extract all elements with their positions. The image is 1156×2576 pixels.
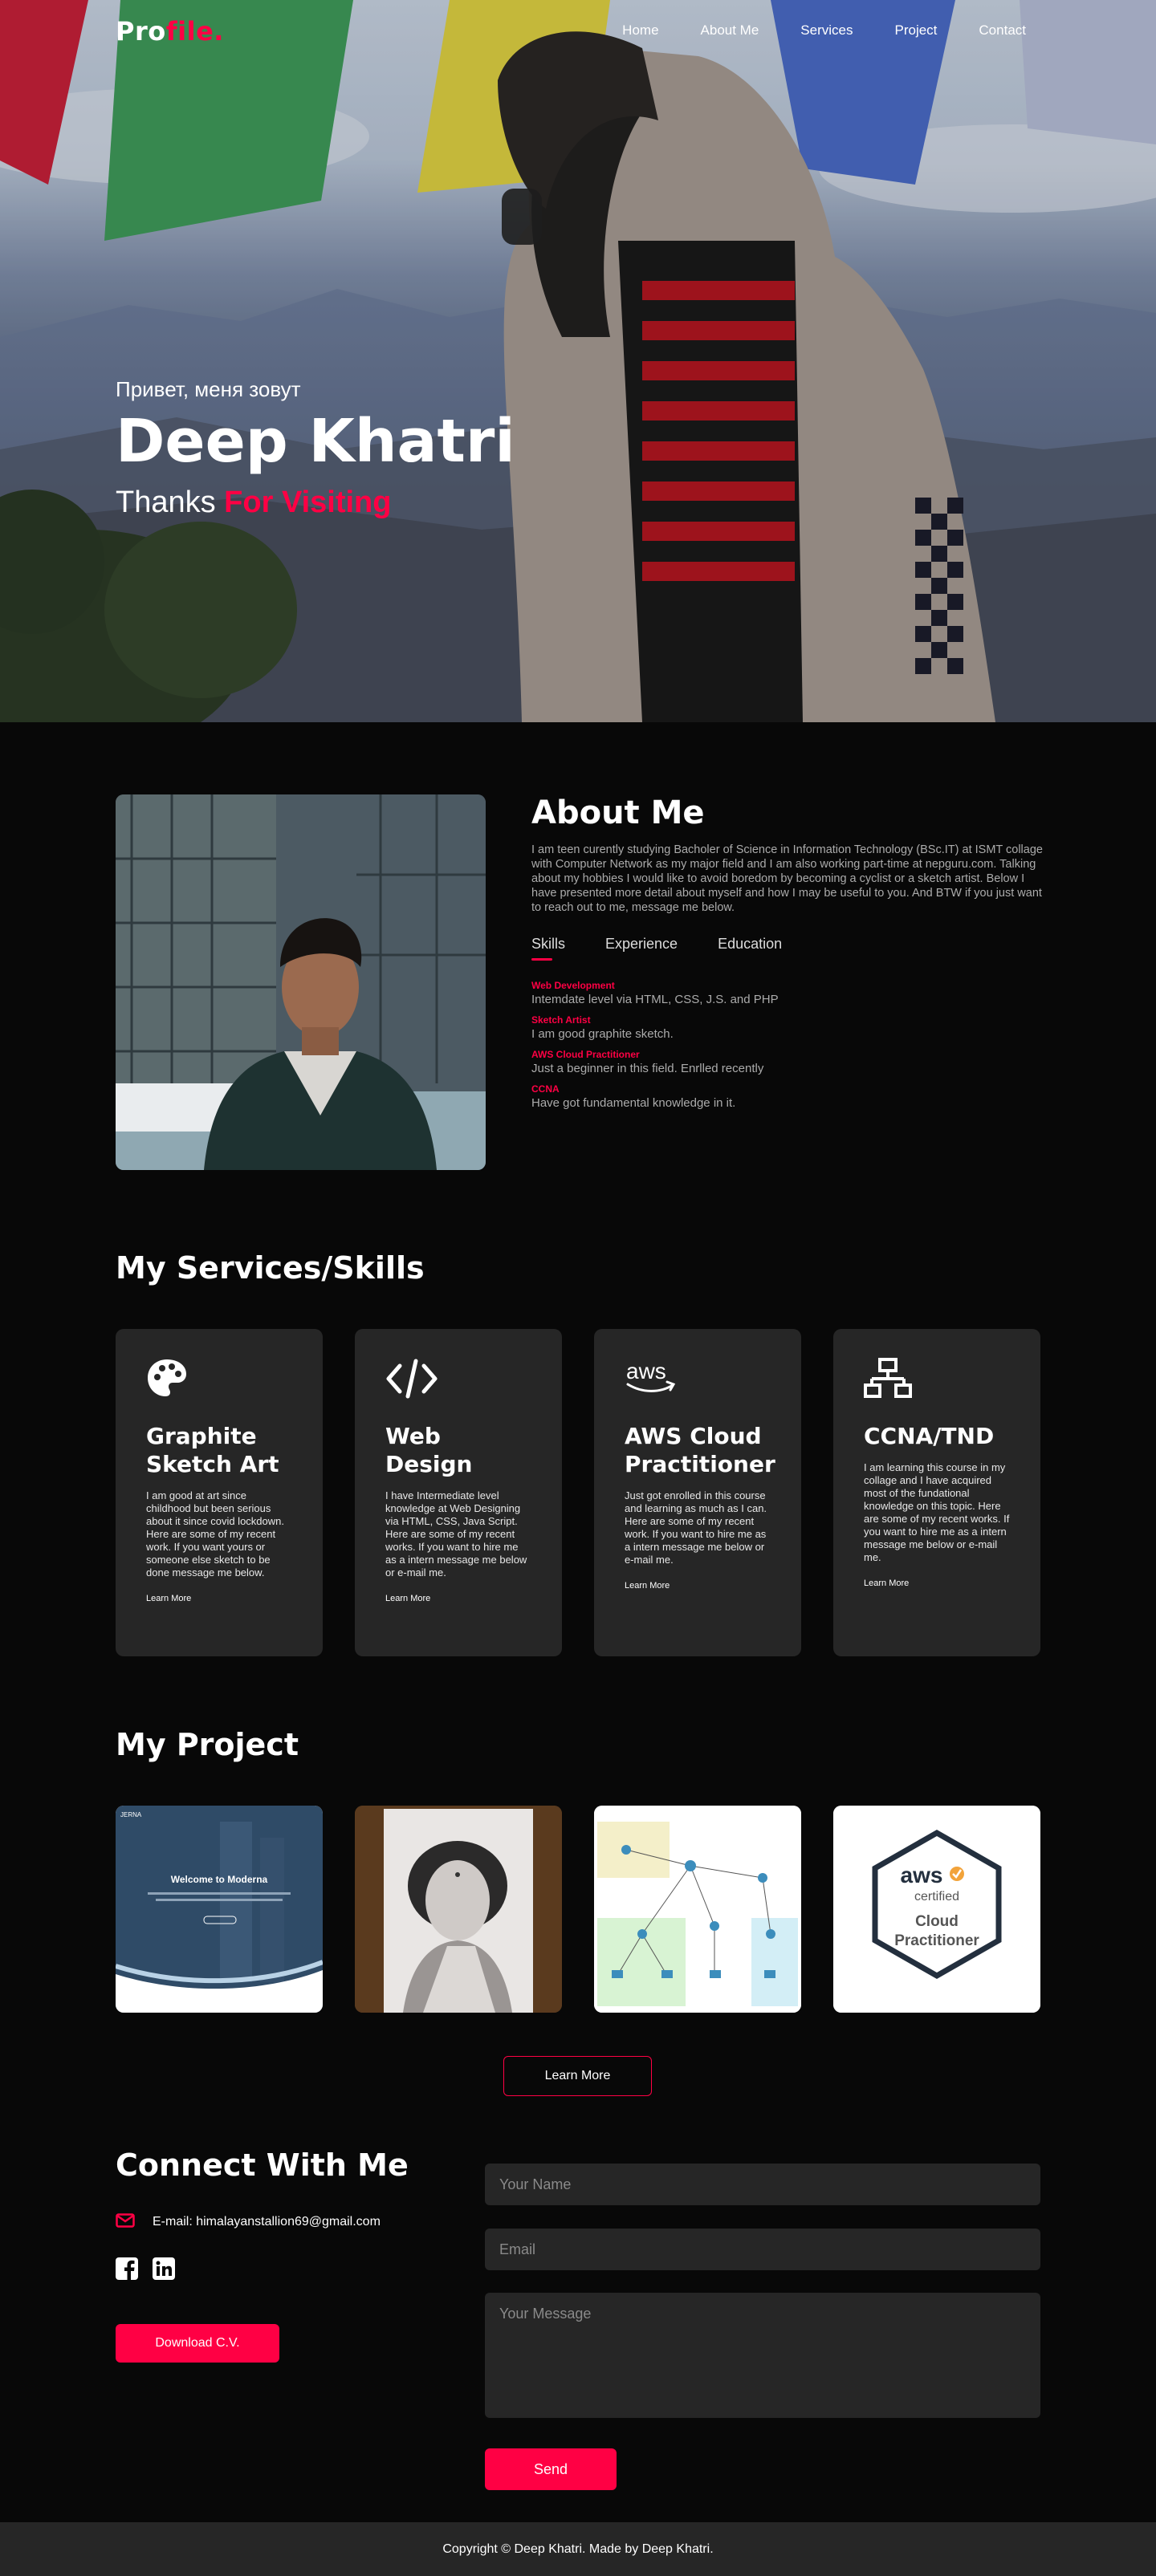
skill-desc: Have got fundamental knowledge in it. [531,1096,736,1110]
network-icon [864,1358,1010,1406]
about-photo [116,794,486,1170]
project-thumbnail-sketch[interactable] [355,1806,562,2013]
project-thumbnail-website[interactable]: JERNA Welcome to Moderna [116,1806,323,2013]
hero-name: Deep Khatri [116,407,515,476]
skill-title: CCNA [531,1083,560,1095]
hero-background-image [0,0,1156,722]
skill-title: Web Development [531,980,615,991]
service-card-learn-more[interactable]: Learn More [625,1581,670,1591]
email-input[interactable] [485,2229,1040,2270]
skill-desc: I am good graphite sketch. [531,1027,674,1041]
message-textarea[interactable] [485,2293,1040,2418]
footer: Copyright © Deep Khatri. Made by Deep Kh… [0,2522,1156,2576]
services-title: My Services/Skills [116,1250,425,1286]
list-item: CCNA Have got fundamental knowledge in i… [531,1083,1045,1110]
logo[interactable]: Profile. [116,16,224,47]
about-tabs: Skills Experience Education [531,936,1045,961]
service-card-aws: aws AWS Cloud Practitioner Just got enro… [594,1329,801,1656]
name-input[interactable] [485,2164,1040,2205]
contact-email-text: E-mail: himalayanstallion69@gmail.com [153,2215,381,2229]
service-card-learn-more[interactable]: Learn More [385,1594,430,1603]
download-cv-button[interactable]: Download C.V. [116,2324,279,2363]
service-card-title: CCNA/TND [864,1423,995,1449]
service-card-sketch: Graphite Sketch Art I am good at art sin… [116,1329,323,1656]
skill-desc: Intemdate level via HTML, CSS, J.S. and … [531,993,779,1006]
service-card-title: Graphite Sketch Art [146,1423,279,1477]
about-title: About Me [531,794,705,831]
skill-title: AWS Cloud Practitioner [531,1049,640,1060]
code-icon [385,1358,531,1406]
send-button[interactable]: Send [485,2448,617,2490]
aws-icon: aws [625,1358,771,1406]
nav-link-contact[interactable]: Contact [979,22,1026,39]
nav-link-project[interactable]: Project [894,22,937,39]
hero-section: Profile. Home About Me Services Project … [0,0,1156,722]
skill-title: Sketch Artist [531,1014,591,1026]
service-card-desc: I am good at art since childhood but bee… [146,1489,284,1579]
nav-link-home[interactable]: Home [622,22,658,39]
aws-cert-line1: Cloud [915,1913,959,1930]
list-item: Sketch Artist I am good graphite sketch. [531,1014,1045,1041]
hero-subtitle-highlight: For Visiting [224,486,392,519]
facebook-icon[interactable] [116,2257,138,2283]
logo-part2: file. [165,16,224,47]
linkedin-icon[interactable] [153,2257,175,2283]
hero-subtitle: Thanks For Visiting [116,486,515,520]
hero-greeting: Привет, меня зовут [116,377,301,401]
project-thumbnail-network[interactable] [594,1806,801,2013]
skill-desc: Just a beginner in this field. Enrlled r… [531,1062,764,1075]
service-card-ccna: CCNA/TND I am learning this course in my… [833,1329,1040,1656]
thumbnail-logo-text: JERNA [120,1811,142,1818]
list-item: AWS Cloud Practitioner Just a beginner i… [531,1049,1045,1075]
service-card-title: AWS Cloud Practitioner [625,1423,775,1477]
service-card-desc: I am learning this course in my collage … [864,1461,1010,1563]
tab-education[interactable]: Education [718,936,782,961]
service-card-web: Web Design I have Intermediate level kno… [355,1329,562,1656]
thumbnail-welcome-text: Welcome to Moderna [171,1874,268,1885]
hero-text: Привет, меня зовут Deep Khatri Thanks Fo… [116,377,515,520]
page: Profile. Home About Me Services Project … [0,0,1156,2576]
envelope-icon [116,2213,135,2231]
contact-email-row: E-mail: himalayanstallion69@gmail.com [116,2213,381,2231]
service-card-title: Web Design [385,1423,473,1477]
tab-skills[interactable]: Skills [531,936,565,961]
service-card-learn-more[interactable]: Learn More [864,1579,909,1588]
connect-title: Connect With Me [116,2147,409,2183]
service-card-desc: Just got enrolled in this course and lea… [625,1489,767,1566]
nav-link-about[interactable]: About Me [701,22,759,39]
navbar: Profile. Home About Me Services Project … [0,0,1156,64]
social-links [116,2257,175,2283]
aws-cert-certified: certified [914,1890,959,1904]
nav-link-services[interactable]: Services [800,22,853,39]
svg-text:aws: aws [626,1359,666,1383]
hero-subtitle-plain: Thanks [116,486,225,519]
projects-title: My Project [116,1727,299,1762]
palette-icon [146,1358,292,1406]
projects-learn-more-button[interactable]: Learn More [503,2056,652,2096]
nav-menu: Home About Me Services Project Contact [580,22,1026,39]
aws-cert-line2: Practitioner [894,1932,979,1949]
about-content: About Me I am teen curently studying Bac… [531,794,1045,1118]
service-card-learn-more[interactable]: Learn More [146,1594,191,1603]
about-paragraph: I am teen curently studying Bacholer of … [531,843,1043,914]
logo-part1: Pro [116,16,166,47]
skill-list: Web Development Intemdate level via HTML… [531,980,1045,1110]
project-thumbnail-aws-cert[interactable]: aws certified Cloud Practitioner [833,1806,1040,2013]
service-card-desc: I have Intermediate level knowledge at W… [385,1489,527,1579]
aws-cert-brand: aws [901,1863,943,1887]
footer-copyright: Copyright © Deep Khatri. Made by Deep Kh… [442,2542,714,2556]
tab-experience[interactable]: Experience [605,936,678,961]
list-item: Web Development Intemdate level via HTML… [531,980,1045,1006]
